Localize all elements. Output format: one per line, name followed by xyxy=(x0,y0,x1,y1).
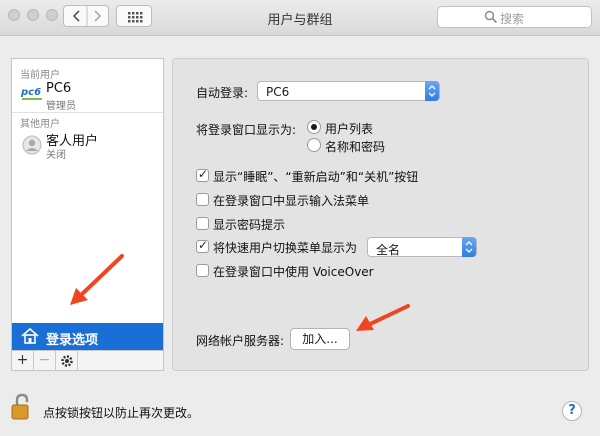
avatar: pc6 xyxy=(21,85,43,105)
lock-hint-text: 点按锁按钮以防止再次更改。 xyxy=(43,406,200,420)
checkbox-show-power-buttons[interactable]: ✓ xyxy=(196,167,209,182)
popup-chevron-icon xyxy=(425,81,439,101)
auto-login-value: PC6 xyxy=(266,85,290,99)
house-icon xyxy=(21,327,39,344)
search-field[interactable]: 搜索 xyxy=(437,6,592,28)
user-role-pc6: 管理员 xyxy=(46,101,76,112)
auto-login-label: 自动登录: xyxy=(196,86,249,100)
display-login-as-label: 将登录窗口显示为: xyxy=(196,123,297,137)
title-bar: 用户与群组 搜索 xyxy=(0,0,600,36)
checkbox-show-power-buttons-label: 显示“睡眠”、“重新启动”和“关机”按钮 xyxy=(213,170,419,184)
help-button[interactable]: ? xyxy=(562,401,582,421)
sidebar-toolbar: + − xyxy=(12,350,163,371)
user-status-guest: 关闭 xyxy=(46,150,66,161)
popup-chevron-icon xyxy=(462,237,476,257)
fast-switch-value: 全名 xyxy=(376,243,401,257)
checkbox-input-menu[interactable] xyxy=(196,193,209,206)
lock-button[interactable] xyxy=(10,393,32,421)
user-list-sidebar: 当前用户 pc6 PC6 管理员 其他用户 客人用户 关闭 登录选项 + − xyxy=(11,58,164,371)
radio-user-list[interactable] xyxy=(307,120,321,134)
checkbox-voiceover-label: 在登录窗口中使用 VoiceOver xyxy=(213,265,374,279)
checkbox-password-hints-label: 显示密码提示 xyxy=(213,218,286,232)
checkbox-voiceover[interactable] xyxy=(196,264,209,277)
unlocked-padlock-icon xyxy=(11,393,29,420)
radio-user-list-label: 用户列表 xyxy=(325,122,374,136)
sidebar-item-login-options[interactable]: 登录选项 xyxy=(12,323,163,350)
sidebar-item-guest[interactable]: 客人用户 关闭 xyxy=(12,129,163,161)
checkbox-input-menu-label: 在登录窗口中显示输入法菜单 xyxy=(213,194,370,208)
guest-user-icon xyxy=(22,135,42,155)
radio-name-password-label: 名称和密码 xyxy=(325,140,386,154)
add-user-button[interactable]: + xyxy=(12,351,34,371)
gear-icon xyxy=(60,355,73,367)
other-users-header: 其他用户 xyxy=(20,119,60,130)
radio-name-password[interactable] xyxy=(307,138,321,152)
network-server-label: 网络帐户服务器: xyxy=(196,334,285,348)
search-icon xyxy=(484,10,498,24)
login-options-label: 登录选项 xyxy=(46,333,99,348)
fast-switch-popup[interactable]: 全名 xyxy=(367,237,477,257)
join-button[interactable]: 加入... xyxy=(290,328,350,350)
login-options-panel: 自动登录: PC6 将登录窗口显示为: 用户列表 名称和密码 ✓ 显示“睡眠”、… xyxy=(172,58,589,371)
checkbox-fast-user-switch-label: 将快速用户切换菜单显示为 xyxy=(213,241,358,255)
auto-login-popup[interactable]: PC6 xyxy=(257,81,440,101)
user-name-pc6: PC6 xyxy=(46,81,72,96)
sidebar-item-pc6[interactable]: pc6 PC6 管理员 xyxy=(12,79,163,112)
checkbox-fast-user-switch[interactable]: ✓ xyxy=(196,238,209,253)
gear-menu-button[interactable] xyxy=(56,351,78,371)
search-placeholder: 搜索 xyxy=(500,12,525,26)
remove-user-button[interactable]: − xyxy=(34,351,56,371)
avatar-logo-text: pc6 xyxy=(21,87,42,98)
checkbox-password-hints[interactable] xyxy=(196,217,209,230)
